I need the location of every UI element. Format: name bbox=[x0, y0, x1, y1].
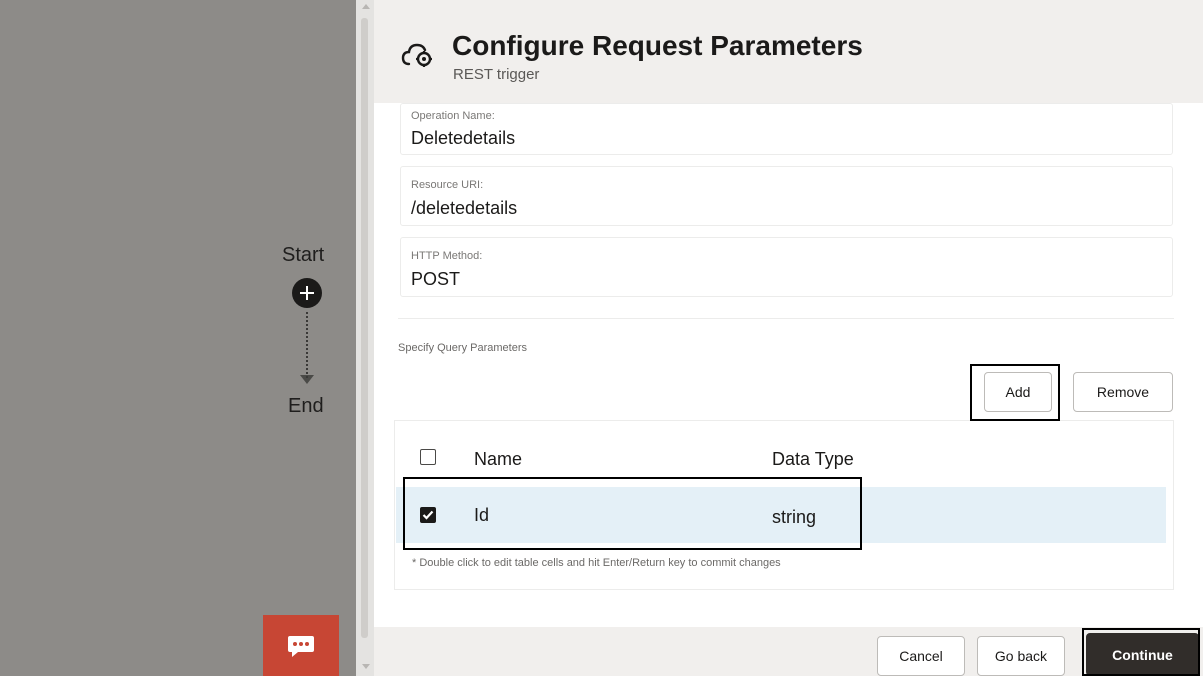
flow-arrow bbox=[300, 375, 314, 384]
table-row[interactable]: Id string bbox=[396, 487, 1166, 543]
integration-canvas: Start End bbox=[0, 0, 356, 676]
check-icon bbox=[422, 510, 434, 520]
http-method-field[interactable]: HTTP Method: POST bbox=[400, 237, 1173, 297]
cloud-trigger-icon bbox=[401, 43, 432, 67]
resource-uri-label: Resource URI: bbox=[411, 179, 484, 191]
chat-button[interactable] bbox=[263, 615, 339, 676]
flow-end-label: End bbox=[288, 395, 324, 417]
query-parameters-label: Specify Query Parameters bbox=[398, 342, 527, 354]
panel-footer bbox=[374, 627, 1203, 676]
page-subtitle: REST trigger bbox=[453, 66, 540, 83]
http-method-value: POST bbox=[411, 269, 461, 289]
table-edit-hint: * Double click to edit table cells and h… bbox=[412, 557, 781, 569]
row-checkbox[interactable] bbox=[420, 507, 436, 523]
go-back-button[interactable]: Go back bbox=[977, 636, 1065, 676]
chat-icon bbox=[288, 635, 314, 657]
scrollbar-thumb[interactable] bbox=[361, 18, 368, 638]
scroll-up-arrow[interactable] bbox=[362, 4, 370, 9]
continue-button[interactable]: Continue bbox=[1086, 633, 1199, 676]
select-all-checkbox[interactable] bbox=[420, 449, 436, 465]
operation-name-label: Operation Name: bbox=[411, 110, 495, 122]
resource-uri-value: /deletedetails bbox=[411, 198, 518, 218]
panel-header: Configure Request Parameters REST trigge… bbox=[374, 0, 1203, 103]
operation-name-field[interactable]: Operation Name: Deletedetails bbox=[400, 103, 1173, 155]
page-title: Configure Request Parameters bbox=[452, 30, 863, 61]
flow-connector bbox=[306, 312, 308, 378]
resource-uri-field[interactable]: Resource URI: /deletedetails bbox=[400, 166, 1173, 226]
divider bbox=[398, 318, 1174, 319]
column-header-name: Name bbox=[474, 449, 523, 469]
add-step-button[interactable] bbox=[292, 278, 322, 308]
plus-icon bbox=[300, 286, 314, 300]
row-data-type-cell[interactable]: string bbox=[772, 507, 816, 528]
add-button[interactable]: Add bbox=[984, 372, 1052, 412]
column-header-data-type: Data Type bbox=[772, 449, 854, 469]
cancel-button[interactable]: Cancel bbox=[877, 636, 965, 676]
row-name-cell[interactable]: Id bbox=[474, 505, 489, 526]
operation-name-value: Deletedetails bbox=[411, 128, 516, 148]
http-method-label: HTTP Method: bbox=[411, 250, 483, 262]
remove-button[interactable]: Remove bbox=[1073, 372, 1173, 412]
configure-request-panel: Configure Request Parameters REST trigge… bbox=[374, 0, 1203, 676]
flow-start-label: Start bbox=[282, 244, 325, 266]
scroll-down-arrow[interactable] bbox=[362, 664, 370, 669]
